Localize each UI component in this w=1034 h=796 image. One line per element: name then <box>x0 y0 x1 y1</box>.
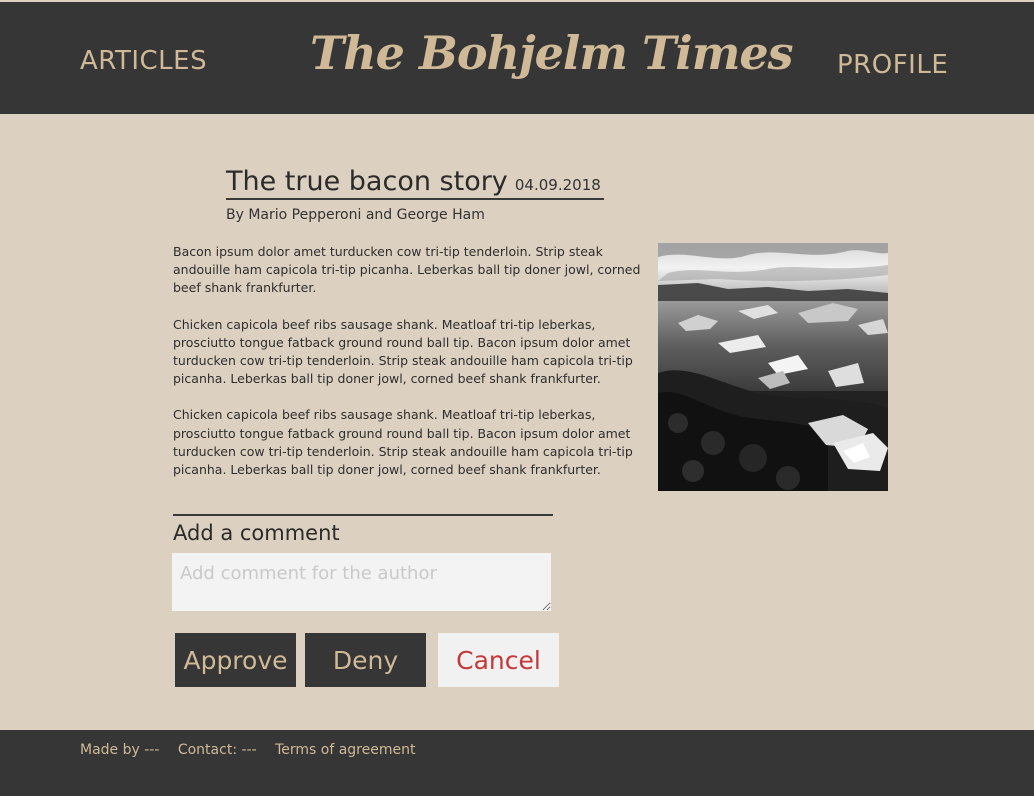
footer-links: Made by --- Contact: --- Terms of agreem… <box>80 742 429 758</box>
nav-profile-link[interactable]: PROFILE <box>837 50 948 80</box>
page: ARTICLES The Bohjelm Times PROFILE The t… <box>0 0 1034 796</box>
section-divider <box>173 514 553 516</box>
article-byline: By Mario Pepperoni and George Ham <box>226 207 485 223</box>
article-image <box>658 243 888 491</box>
comment-input[interactable] <box>172 553 551 611</box>
article-title: The true bacon story <box>226 166 508 197</box>
article-date: 04.09.2018 <box>514 176 601 194</box>
article-paragraph: Chicken capicola beef ribs sausage shank… <box>173 316 633 387</box>
article-body: Bacon ipsum dolor amet turducken cow tri… <box>173 243 651 497</box>
site-header: ARTICLES The Bohjelm Times PROFILE <box>0 2 1034 114</box>
site-footer: Made by --- Contact: --- Terms of agreem… <box>0 730 1034 796</box>
approve-button[interactable]: Approve <box>175 633 296 687</box>
nav-articles-link[interactable]: ARTICLES <box>80 46 207 76</box>
site-title: The Bohjelm Times <box>310 26 794 80</box>
article-heading: The true bacon story 04.09.2018 <box>226 166 604 200</box>
article-paragraph: Bacon ipsum dolor amet turducken cow tri… <box>173 244 641 296</box>
footer-terms-link[interactable]: Terms of agreement <box>275 742 415 758</box>
article-paragraph: Chicken capicola beef ribs sausage shank… <box>173 407 633 478</box>
footer-made-by[interactable]: Made by --- <box>80 742 159 758</box>
footer-contact[interactable]: Contact: --- <box>178 742 257 758</box>
comment-label: Add a comment <box>173 521 340 545</box>
deny-button[interactable]: Deny <box>305 633 426 687</box>
cancel-button[interactable]: Cancel <box>438 633 559 687</box>
